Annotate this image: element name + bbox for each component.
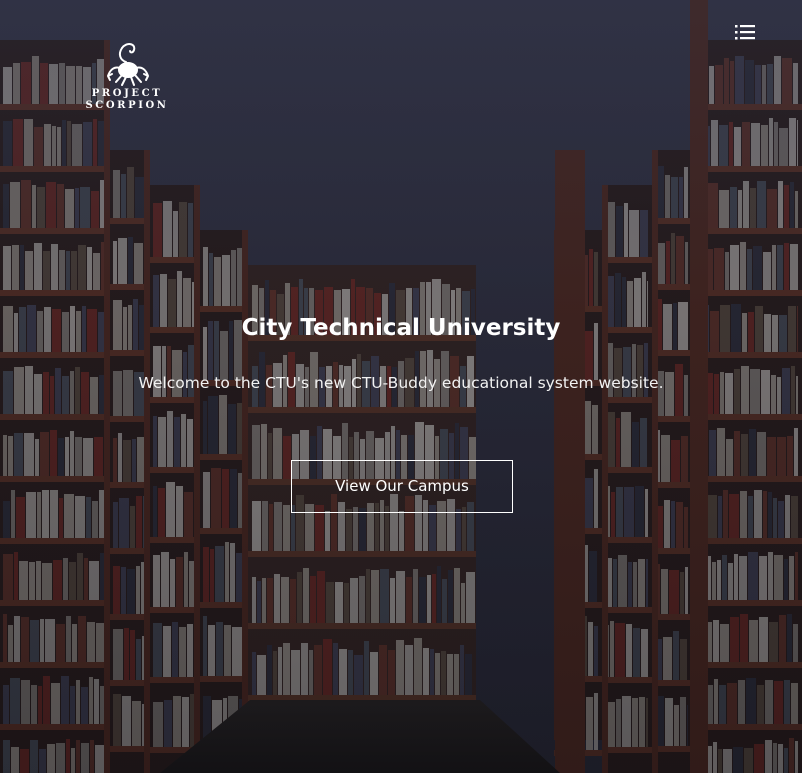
hero-subtitle: Welcome to the CTU's new CTU-Buddy educa… [138,374,664,392]
hero-title: City Technical University [241,315,561,341]
hero-content: City Technical University Welcome to the… [0,0,802,773]
hero-section: PROJECT SCORPION City Technical Universi… [0,0,802,773]
view-campus-button[interactable]: View Our Campus [291,460,513,513]
